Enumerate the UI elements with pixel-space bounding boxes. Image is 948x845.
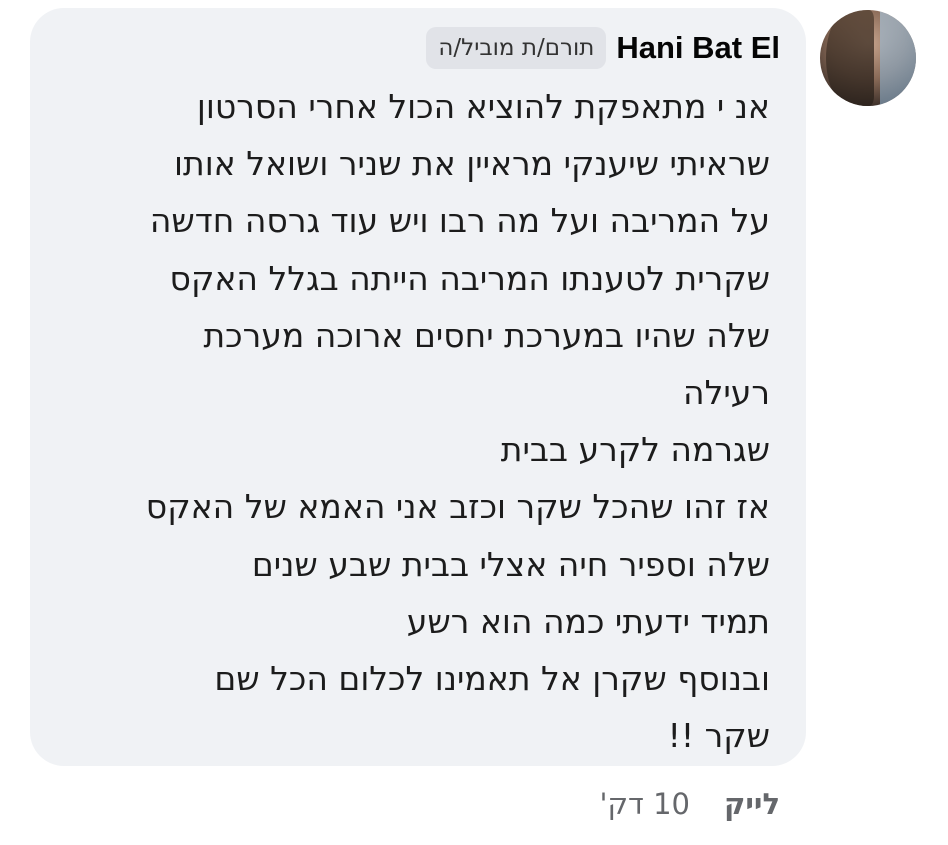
- author-name[interactable]: Hani Bat El: [616, 28, 780, 68]
- comment-line: שקרית לטענתו המריבה הייתה בגלל האקס: [169, 258, 770, 298]
- author-badge: תורם/ת מוביל/ה: [426, 27, 607, 69]
- comment-line: שלה וספיר חיה אצלי בבית שבע שנים: [251, 544, 770, 584]
- comment-line: רעילה: [683, 373, 770, 413]
- avatar-photo-background: [880, 10, 916, 106]
- comment-line: שגרמה לקרע בבית: [500, 430, 770, 470]
- comment-text: אנ י מתאפקת להוציא הכול אחרי הסרטון שראי…: [50, 78, 770, 764]
- comment-line: שלה שהיו במערכת יחסים ארוכה מערכת: [203, 315, 770, 355]
- comment-line: ובנוסף שקרן אל תאמינו לכלום הכל שם: [214, 659, 770, 699]
- comment-line: אז זהו שהכל שקר וכזב אני האמא של האקס: [145, 487, 770, 527]
- avatar-photo-subject: [826, 10, 874, 106]
- like-button[interactable]: לייק: [724, 787, 780, 821]
- comment-line: שקר !!: [667, 716, 770, 756]
- author-avatar[interactable]: [820, 10, 916, 106]
- comment-timestamp[interactable]: 10 דק': [600, 787, 691, 821]
- comment-line: שראיתי שיענקי מראיין את שניר ושואל אותו: [174, 144, 770, 184]
- comment-header: תורם/ת מוביל/ה Hani Bat El: [426, 24, 780, 72]
- comment-actions: 10 דק' לייק: [600, 782, 781, 826]
- comment-line: אנ י מתאפקת להוציא הכול אחרי הסרטון: [196, 87, 770, 126]
- comment-line: תמיד ידעתי כמה הוא רשע: [406, 601, 770, 641]
- comment-line: על המריבה ועל מה רבו ויש עוד גרסה חדשה: [149, 201, 770, 241]
